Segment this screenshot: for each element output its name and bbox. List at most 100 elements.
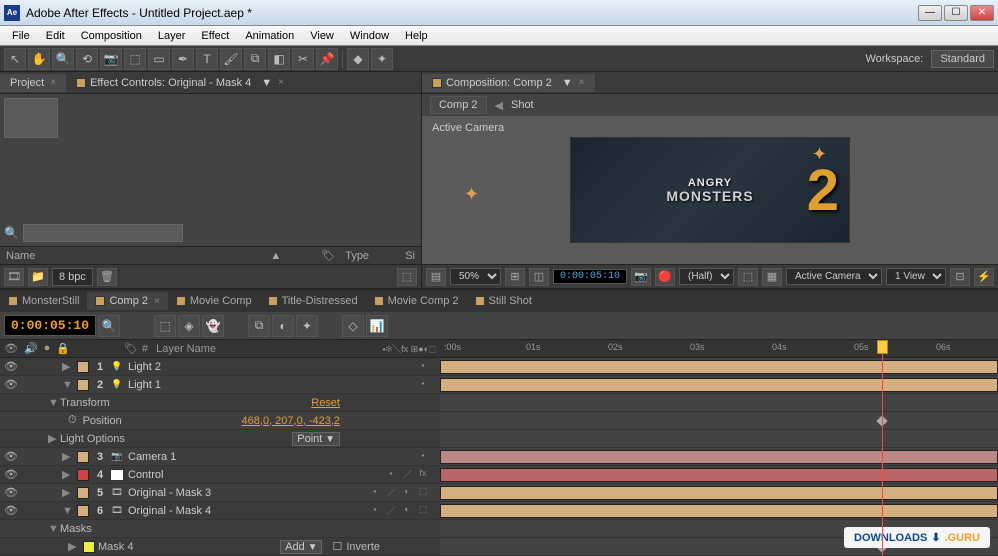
- playhead[interactable]: [882, 340, 883, 556]
- composition-viewer[interactable]: Active Camera ✦ ✦ ANGRY MONSTERS 2: [422, 116, 998, 264]
- expand-arrow-icon[interactable]: ▶: [62, 360, 74, 373]
- eraser-tool[interactable]: ◧: [268, 48, 290, 70]
- timeline-tab[interactable]: Title-Distressed: [260, 292, 366, 310]
- property-group-row[interactable]: ▼Masks: [0, 520, 440, 538]
- property-group-row[interactable]: ▶Light OptionsPoint ▼: [0, 430, 440, 448]
- inverted-checkbox[interactable]: ☐: [332, 540, 342, 553]
- pixel-aspect-button[interactable]: ⊡: [950, 268, 970, 286]
- layer-bar[interactable]: [440, 360, 998, 374]
- resolution-selector[interactable]: (Half): [679, 268, 734, 285]
- close-icon[interactable]: ×: [50, 77, 56, 88]
- time-ruler[interactable]: :00s 01s 02s 03s 04s 05s 06s: [440, 340, 998, 358]
- puppet-tool[interactable]: 📌: [316, 48, 338, 70]
- item-thumbnail[interactable]: [4, 98, 58, 138]
- timeline-tab[interactable]: Still Shot: [467, 292, 540, 310]
- hand-tool[interactable]: ✋: [28, 48, 50, 70]
- fast-preview-button[interactable]: ⚡: [974, 268, 994, 286]
- interpret-footage-button[interactable]: 🎞: [4, 268, 24, 286]
- timeline-tracks[interactable]: :00s 01s 02s 03s 04s 05s 06s: [440, 340, 998, 556]
- layer-bar[interactable]: [440, 468, 998, 482]
- auto-keyframe-button[interactable]: ◇: [342, 315, 364, 337]
- comp-mini-flowchart[interactable]: ⬚: [154, 315, 176, 337]
- flowchart-button[interactable]: ⬚: [397, 268, 417, 286]
- camera-tool[interactable]: 📷: [100, 48, 122, 70]
- always-preview-button[interactable]: ▤: [426, 268, 446, 286]
- shape-tool[interactable]: ▭: [148, 48, 170, 70]
- timeline-timecode[interactable]: 0:00:05:10: [4, 315, 96, 336]
- workspace-selector[interactable]: Standard: [931, 50, 994, 68]
- layer-row[interactable]: 👁 ▶ 1 💡 Light 2 ⬩: [0, 358, 440, 376]
- light-type-dropdown[interactable]: Point ▼: [292, 432, 340, 446]
- menu-window[interactable]: Window: [342, 28, 397, 44]
- close-icon[interactable]: ×: [278, 77, 284, 88]
- effect-controls-tab[interactable]: Effect Controls: Original - Mask 4▼×: [66, 74, 294, 92]
- current-time-display[interactable]: 0:00:05:10: [553, 269, 627, 284]
- view-layout-selector[interactable]: 1 View: [886, 268, 946, 285]
- snapshot-button[interactable]: 📷: [631, 268, 651, 286]
- menu-file[interactable]: File: [4, 28, 38, 44]
- label-color[interactable]: [77, 379, 89, 391]
- size-column[interactable]: Si: [405, 250, 415, 262]
- composition-tab[interactable]: Composition: Comp 2▼×: [422, 74, 595, 92]
- close-icon[interactable]: ×: [579, 77, 585, 88]
- layer-bar[interactable]: [440, 450, 998, 464]
- layer-bar[interactable]: [440, 378, 998, 392]
- timeline-tab[interactable]: MonsterStill: [0, 292, 87, 310]
- stopwatch-icon[interactable]: ⏱: [68, 414, 77, 427]
- menu-edit[interactable]: Edit: [38, 28, 73, 44]
- position-value[interactable]: 468,0, 207,0, -423,2: [242, 415, 440, 427]
- layer-row[interactable]: 👁 ▶ 4 Control ⬩／fx: [0, 466, 440, 484]
- timeline-tab[interactable]: Movie Comp 2: [366, 292, 467, 310]
- zoom-tool[interactable]: 🔍: [52, 48, 74, 70]
- delete-button[interactable]: 🗑: [97, 268, 117, 286]
- clone-tool[interactable]: ⧉: [244, 48, 266, 70]
- menu-help[interactable]: Help: [397, 28, 436, 44]
- property-row[interactable]: ⏱Position468,0, 207,0, -423,2: [0, 412, 440, 430]
- layer-row[interactable]: 👁 ▶ 5 🎞 Original - Mask 3 ⬩／◐⬚: [0, 484, 440, 502]
- zoom-selector[interactable]: 50%: [450, 268, 501, 285]
- comp-nav-prev[interactable]: Shot: [511, 99, 534, 111]
- maximize-button[interactable]: ☐: [944, 5, 968, 21]
- mask-mode-dropdown[interactable]: Add ▼: [280, 540, 322, 554]
- name-column[interactable]: Name: [6, 250, 270, 262]
- comp-nav-current[interactable]: Comp 2: [430, 96, 487, 114]
- layer-row[interactable]: 👁 ▼ 6 🎞 Original - Mask 4 ⬩／◐⬚: [0, 502, 440, 520]
- menu-view[interactable]: View: [302, 28, 342, 44]
- selection-tool[interactable]: ↖: [4, 48, 26, 70]
- minimize-button[interactable]: —: [918, 5, 942, 21]
- layer-bar[interactable]: [440, 504, 998, 518]
- rotation-tool[interactable]: ⟲: [76, 48, 98, 70]
- tool-option-2[interactable]: ✦: [371, 48, 393, 70]
- toggle-mask-button[interactable]: ◫: [529, 268, 549, 286]
- reset-link[interactable]: Reset: [311, 397, 440, 409]
- new-folder-button[interactable]: 📁: [28, 268, 48, 286]
- label-color[interactable]: [77, 361, 89, 373]
- mask-row[interactable]: ▶Mask 4 Add ▼ ☐Inverte: [0, 538, 440, 556]
- visibility-toggle[interactable]: 👁: [4, 360, 18, 373]
- playhead-handle[interactable]: [877, 340, 888, 354]
- view-camera-selector[interactable]: Active Camera: [786, 268, 882, 285]
- light-gizmo-icon[interactable]: ✦: [464, 184, 479, 205]
- timeline-tab[interactable]: Comp 2×: [87, 292, 167, 310]
- expand-arrow-icon[interactable]: ▼: [62, 379, 74, 391]
- motion-blur-button[interactable]: ◐: [272, 315, 294, 337]
- transparency-grid-button[interactable]: ▦: [762, 268, 782, 286]
- bpc-indicator[interactable]: 8 bpc: [52, 268, 93, 286]
- type-tool[interactable]: T: [196, 48, 218, 70]
- close-button[interactable]: ✕: [970, 5, 994, 21]
- menu-effect[interactable]: Effect: [193, 28, 237, 44]
- project-tab[interactable]: Project×: [0, 74, 66, 92]
- pan-behind-tool[interactable]: ⬚: [124, 48, 146, 70]
- visibility-toggle[interactable]: 👁: [4, 450, 18, 463]
- property-group-row[interactable]: ▼TransformReset: [0, 394, 440, 412]
- layer-row[interactable]: 👁 ▶ 3 📷 Camera 1 ⬩: [0, 448, 440, 466]
- draft-3d-button[interactable]: ◈: [178, 315, 200, 337]
- hide-shy-button[interactable]: 👻: [202, 315, 224, 337]
- menu-composition[interactable]: Composition: [73, 28, 150, 44]
- pen-tool[interactable]: ✒: [172, 48, 194, 70]
- roto-tool[interactable]: ✂: [292, 48, 314, 70]
- menu-layer[interactable]: Layer: [150, 28, 194, 44]
- grid-button[interactable]: ⊞: [505, 268, 525, 286]
- show-channel-button[interactable]: 🔴: [655, 268, 675, 286]
- graph-editor-button[interactable]: 📊: [366, 315, 388, 337]
